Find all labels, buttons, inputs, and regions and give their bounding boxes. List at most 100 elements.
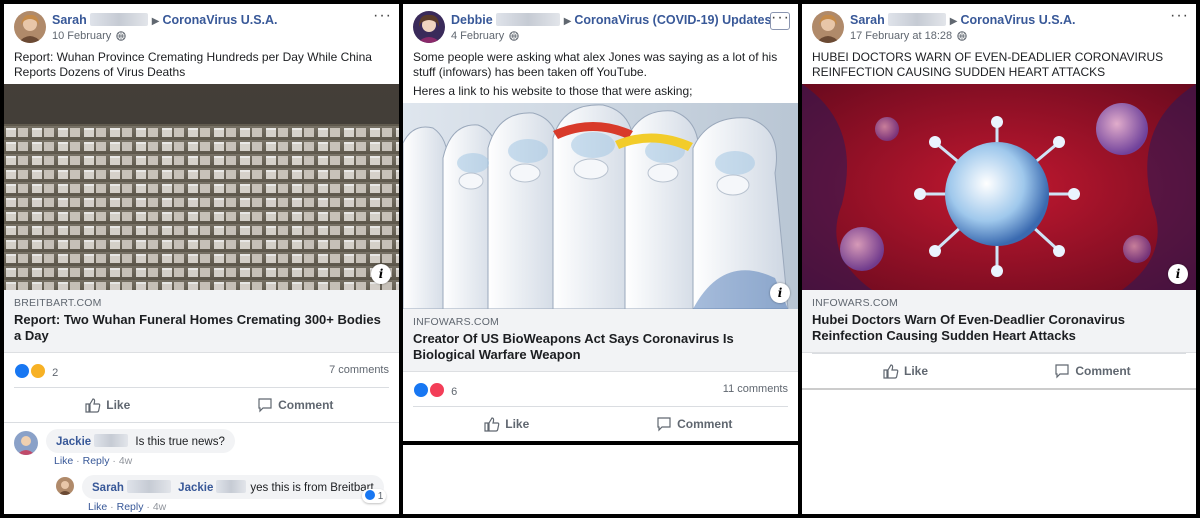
commenter-avatar[interactable] bbox=[56, 477, 74, 495]
link-preview[interactable]: INFOWARS.COM Creator Of US BioWeapons Ac… bbox=[403, 309, 798, 372]
comment-like-link[interactable]: Like bbox=[54, 455, 73, 467]
post-text: Some people were asking what alex Jones … bbox=[403, 46, 798, 99]
arrow-right-icon: ▶ bbox=[151, 16, 160, 27]
more-options-icon[interactable]: ··· bbox=[1170, 8, 1188, 26]
post-card: Sarah ▶ CoronaVirus U.S.A. 17 February at … bbox=[802, 4, 1196, 390]
post-panel-1: Sarah ▶ CoronaVirus U.S.A. 10 February ···… bbox=[4, 4, 399, 514]
reaction-summary[interactable]: 6 bbox=[413, 382, 457, 398]
post-panel-3: Sarah ▶ CoronaVirus U.S.A. 17 February at … bbox=[802, 4, 1196, 514]
info-icon[interactable]: i bbox=[371, 264, 391, 284]
reaction-count: 2 bbox=[52, 367, 59, 379]
wow-reaction-icon bbox=[30, 363, 47, 379]
post-stats: 2 7 comments bbox=[14, 353, 389, 388]
author-avatar[interactable] bbox=[14, 11, 46, 43]
comment-button[interactable]: Comment bbox=[601, 407, 789, 441]
comment-meta: Like · Reply · 4w bbox=[88, 501, 167, 513]
comment: Jackie Is this true news? Like · Reply ·… bbox=[14, 429, 389, 467]
comment-icon bbox=[657, 417, 671, 432]
comments-count[interactable]: 11 comments bbox=[723, 383, 788, 395]
comment-label: Comment bbox=[278, 398, 334, 412]
comment-meta: Like · Reply · 4w bbox=[54, 455, 133, 467]
like-reaction-icon bbox=[14, 363, 30, 379]
comments-count[interactable]: 7 comments bbox=[329, 364, 389, 376]
like-reaction-icon bbox=[413, 382, 429, 398]
like-button[interactable]: Like bbox=[413, 407, 601, 441]
link-preview-image[interactable]: i bbox=[802, 84, 1196, 290]
author-avatar[interactable] bbox=[812, 11, 844, 43]
author-name[interactable]: Debbie bbox=[451, 13, 493, 27]
link-preview[interactable]: BREITBART.COM Report: Two Wuhan Funeral … bbox=[4, 290, 399, 353]
post-text-paragraph: Some people were asking what alex Jones … bbox=[413, 50, 778, 79]
comments-section: Jackie Is this true news? Like · Reply ·… bbox=[4, 422, 399, 514]
comment-time: 4w bbox=[118, 455, 133, 467]
like-label: Like bbox=[903, 364, 928, 378]
like-button[interactable]: Like bbox=[812, 354, 999, 388]
post-text-paragraph: Heres a link to his website to those tha… bbox=[413, 84, 693, 98]
link-domain: BREITBART.COM bbox=[14, 297, 102, 309]
redacted-surname bbox=[89, 13, 148, 26]
comment-mention[interactable]: Jackie bbox=[178, 482, 213, 494]
link-headline: Hubei Doctors Warn Of Even-Deadlier Coro… bbox=[812, 312, 1126, 343]
comment-button[interactable]: Comment bbox=[202, 388, 390, 422]
comment-label: Comment bbox=[677, 417, 733, 431]
author-avatar[interactable] bbox=[413, 11, 445, 43]
group-name[interactable]: CoronaVirus U.S.A. bbox=[960, 13, 1075, 27]
post-header: Sarah ▶ CoronaVirus U.S.A. 17 February at … bbox=[802, 4, 1196, 46]
more-options-icon[interactable]: ··· bbox=[770, 10, 790, 30]
comment-author[interactable]: Sarah bbox=[92, 482, 124, 494]
link-preview-image[interactable]: i bbox=[403, 103, 798, 309]
arrow-right-icon: ▶ bbox=[949, 16, 958, 27]
comment-label: Comment bbox=[1075, 364, 1131, 378]
post-meta-line: Sarah ▶ CoronaVirus U.S.A. bbox=[850, 13, 1076, 27]
hospital-beds-photo bbox=[4, 84, 399, 290]
like-label: Like bbox=[505, 417, 530, 431]
post-panel-2: Debbie ▶ CoronaVirus (COVID-19) Updates 4 … bbox=[403, 4, 798, 514]
post-text: HUBEI DOCTORS WARN OF EVEN-DEADLIER CORO… bbox=[802, 46, 1196, 80]
group-name[interactable]: CoronaVirus (COVID-19) Updates bbox=[574, 13, 771, 27]
comment-author[interactable]: Jackie bbox=[56, 436, 91, 448]
post-header: Debbie ▶ CoronaVirus (COVID-19) Updates 4 … bbox=[403, 4, 798, 46]
like-reaction-icon bbox=[365, 490, 375, 500]
group-name[interactable]: CoronaVirus U.S.A. bbox=[162, 13, 277, 27]
more-options-icon[interactable]: ··· bbox=[373, 8, 391, 26]
globe-icon bbox=[116, 31, 127, 44]
reaction-summary[interactable]: 2 bbox=[14, 363, 58, 379]
comment-bubble: Sarah Jackie yes this is from Breitbart bbox=[82, 475, 384, 499]
post-date[interactable]: 17 February at 18:28 bbox=[850, 30, 952, 42]
info-icon[interactable]: i bbox=[770, 283, 790, 303]
author-name[interactable]: Sarah bbox=[52, 13, 87, 27]
post-meta-line: Debbie ▶ CoronaVirus (COVID-19) Updates bbox=[451, 13, 771, 27]
comment-reply-link[interactable]: Reply bbox=[117, 501, 144, 513]
link-preview[interactable]: INFOWARS.COM Hubei Doctors Warn Of Even-… bbox=[802, 290, 1196, 353]
commenter-avatar[interactable] bbox=[14, 431, 38, 455]
redacted-surname bbox=[126, 480, 171, 493]
globe-icon bbox=[957, 31, 967, 44]
virus-illustration bbox=[802, 84, 1196, 290]
like-icon bbox=[85, 398, 101, 413]
comment-bubble: Jackie Is this true news? bbox=[46, 429, 235, 453]
globe-icon bbox=[509, 31, 519, 44]
like-icon bbox=[883, 364, 899, 379]
link-headline: Report: Two Wuhan Funeral Homes Crematin… bbox=[14, 312, 381, 343]
comment-reply-link[interactable]: Reply bbox=[83, 455, 110, 467]
post-stats: 6 11 comments bbox=[413, 372, 788, 407]
link-preview-image[interactable]: i bbox=[4, 84, 399, 290]
info-icon[interactable]: i bbox=[1168, 264, 1188, 284]
post-date-line: 4 February bbox=[451, 30, 519, 44]
comment-icon bbox=[1055, 364, 1069, 379]
like-button[interactable]: Like bbox=[14, 388, 202, 422]
author-name[interactable]: Sarah bbox=[850, 13, 885, 27]
comment-text: Is this true news? bbox=[135, 436, 225, 448]
post-text-paragraph: HUBEI DOCTORS WARN OF EVEN-DEADLIER CORO… bbox=[812, 50, 1164, 79]
comment-reactions[interactable]: 1 bbox=[362, 489, 387, 503]
post-date[interactable]: 10 February bbox=[52, 30, 111, 42]
post-date[interactable]: 4 February bbox=[451, 30, 504, 42]
comment-like-link[interactable]: Like bbox=[88, 501, 107, 513]
redacted-surname bbox=[94, 434, 129, 447]
reaction-count: 6 bbox=[451, 386, 458, 398]
link-domain: INFOWARS.COM bbox=[812, 297, 899, 309]
post-actions: Like Comment bbox=[14, 388, 389, 422]
link-domain: INFOWARS.COM bbox=[413, 316, 500, 328]
reply-comment: Sarah Jackie yes this is from Breitbart 1… bbox=[56, 475, 389, 513]
comment-button[interactable]: Comment bbox=[999, 354, 1186, 388]
